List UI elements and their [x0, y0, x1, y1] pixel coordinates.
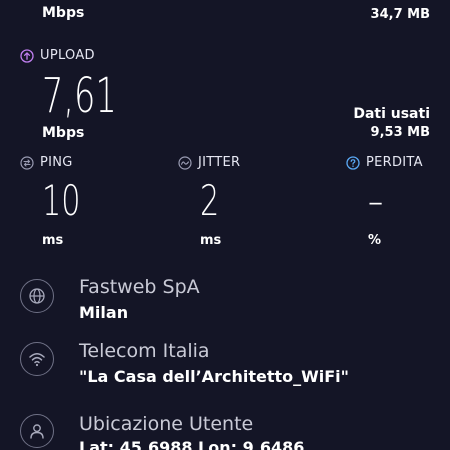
loss-unit: % [368, 233, 382, 248]
jitter-value: 2 [200, 176, 220, 225]
loss-label: PERDITA [366, 155, 423, 170]
jitter-icon [178, 155, 192, 170]
question-icon [346, 155, 360, 170]
provider-location: Milan [79, 303, 129, 322]
upload-value: 7,61 [42, 68, 117, 124]
network-ssid: "La Casa dell’Architetto_WiFi" [79, 367, 349, 386]
user-icon-circle [20, 414, 54, 448]
jitter-label: JITTER [198, 155, 241, 170]
ping-unit: ms [42, 233, 64, 248]
network-icon-circle [20, 342, 54, 376]
wifi-icon [29, 353, 45, 367]
upload-label: UPLOAD [40, 48, 95, 63]
download-unit: Mbps [42, 5, 85, 21]
user-location-coords: Lat: 45,6988 Lon: 9,6486 [79, 438, 305, 450]
ping-label: PING [40, 155, 73, 170]
upload-unit: Mbps [42, 125, 85, 141]
upload-label-row: UPLOAD [20, 48, 95, 63]
download-data-used-value: 34,7 MB [370, 7, 430, 22]
network-name: Telecom Italia [79, 340, 210, 362]
ping-label-row: PING [20, 155, 73, 170]
globe-icon [29, 288, 45, 304]
ping-icon [20, 155, 34, 170]
provider-name: Fastweb SpA [79, 276, 200, 298]
user-location-title: Ubicazione Utente [79, 413, 254, 435]
jitter-label-row: JITTER [178, 155, 240, 170]
upload-arrow-icon [20, 48, 34, 63]
jitter-unit: ms [200, 233, 222, 248]
upload-data-used-value: 9,53 MB [370, 125, 430, 140]
loss-label-row: PERDITA [346, 155, 423, 170]
ping-value: 10 [42, 176, 81, 225]
loss-value: – [368, 176, 384, 225]
user-icon [30, 424, 44, 439]
provider-icon-circle [20, 279, 54, 313]
speedtest-results-screen: Mbps 34,7 MB UPLOAD 7,61 Mbps Dati usati… [0, 0, 450, 450]
upload-data-used-label: Dati usati [353, 106, 430, 122]
